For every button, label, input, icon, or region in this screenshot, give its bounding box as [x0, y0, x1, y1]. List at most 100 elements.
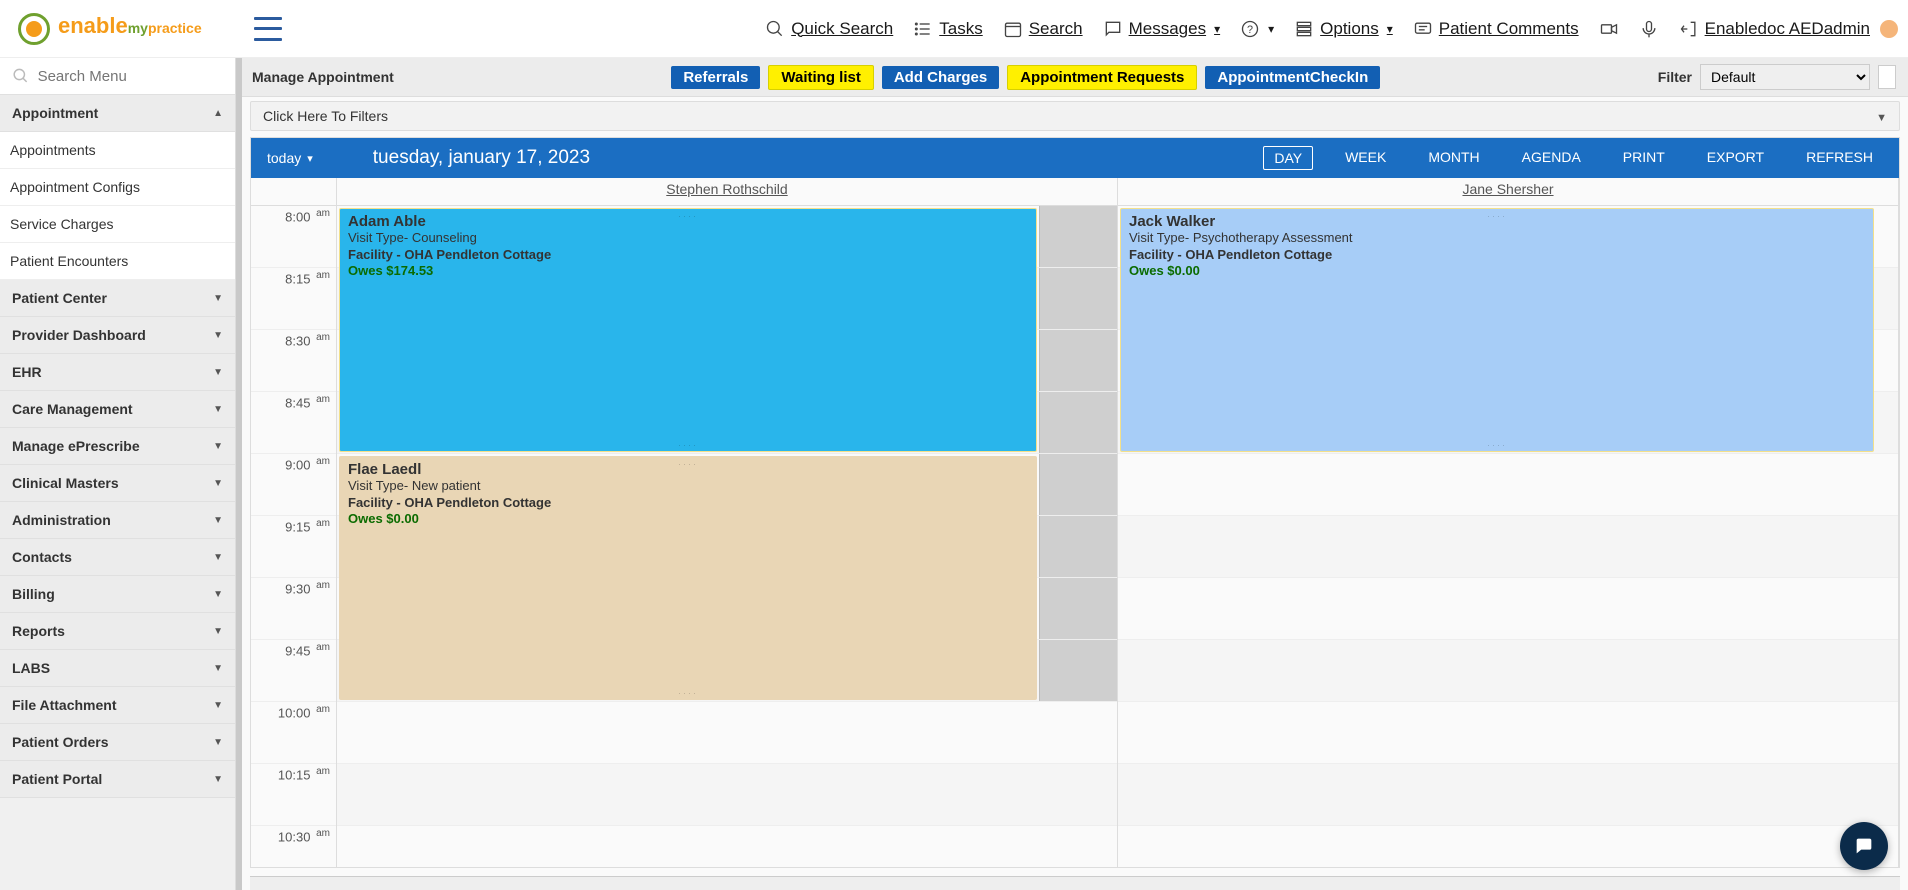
sidebar-group-label: Provider Dashboard	[12, 327, 146, 343]
sidebar-group-administration[interactable]: Administration▼	[0, 502, 235, 539]
sidebar-group-clinical-masters[interactable]: Clinical Masters▼	[0, 465, 235, 502]
sidebar-item-patient-encounters[interactable]: Patient Encounters	[0, 243, 235, 280]
messages-link[interactable]: Messages	[1103, 19, 1221, 39]
add-charges-button[interactable]: Add Charges	[882, 66, 999, 89]
chat-fab[interactable]	[1840, 822, 1888, 870]
logo-word-enable: enable	[58, 13, 128, 39]
chevron-down-icon: ▼	[213, 293, 223, 304]
sidebar-group-appointment[interactable]: Appointment ▲	[0, 95, 235, 132]
resource-col-1[interactable]: Stephen Rothschild	[337, 178, 1118, 205]
view-day[interactable]: DAY	[1263, 146, 1313, 170]
appt-visit-type: Visit Type- Psychotherapy Assessment	[1129, 230, 1865, 245]
sidebar-group-reports[interactable]: Reports▼	[0, 613, 235, 650]
sidebar-group-ehr[interactable]: EHR▼	[0, 354, 235, 391]
appt-visit-type: Visit Type- Counseling	[348, 230, 1028, 245]
options-link[interactable]: Options	[1294, 19, 1393, 39]
logo: enable my practice	[18, 13, 202, 45]
checkin-button[interactable]: AppointmentCheckIn	[1205, 66, 1380, 89]
appt-owes: Owes $174.53	[348, 263, 1028, 278]
appt-facility: Facility - OHA Pendleton Cottage	[348, 495, 1028, 510]
sidebar-group-billing[interactable]: Billing▼	[0, 576, 235, 613]
scrollbar[interactable]	[236, 58, 242, 890]
appointment-card[interactable]: ···· Jack Walker Visit Type- Psychothera…	[1120, 208, 1874, 452]
video-icon[interactable]	[1599, 19, 1619, 39]
filter: Filter Default	[1658, 64, 1896, 90]
filters-toggle-label: Click Here To Filters	[263, 108, 388, 124]
resource-col-2[interactable]: Jane Shersher	[1118, 178, 1899, 205]
time-slot: 10:30 am	[251, 826, 336, 867]
chevron-down-icon: ▼	[213, 663, 223, 674]
help-link[interactable]: ?	[1240, 19, 1274, 39]
filter-more-button[interactable]	[1878, 65, 1896, 89]
appt-facility: Facility - OHA Pendleton Cottage	[1129, 247, 1865, 262]
calendar-search-icon	[1003, 19, 1023, 39]
gutter	[251, 178, 337, 205]
chevron-down-icon: ▼	[213, 700, 223, 711]
resource-name[interactable]: Jane Shersher	[1462, 181, 1553, 197]
drag-handle-icon[interactable]: ····	[1487, 211, 1507, 221]
appointment-card[interactable]: ···· Adam Able Visit Type- Counseling Fa…	[339, 208, 1037, 452]
waiting-list-button[interactable]: Waiting list	[768, 65, 873, 90]
drag-handle-icon[interactable]: ····	[678, 459, 698, 469]
sidebar-group-provider-dashboard[interactable]: Provider Dashboard▼	[0, 317, 235, 354]
quick-search-link[interactable]: Quick Search	[765, 19, 893, 39]
sidebar-group-patient-orders[interactable]: Patient Orders▼	[0, 724, 235, 761]
calendar-col-2[interactable]: ···· Jack Walker Visit Type- Psychothera…	[1118, 206, 1899, 867]
view-refresh[interactable]: REFRESH	[1796, 146, 1883, 170]
sidebar: Appointment ▲ Appointments Appointment C…	[0, 58, 236, 890]
horizontal-scrollbar[interactable]	[250, 876, 1900, 890]
resource-name[interactable]: Stephen Rothschild	[666, 181, 787, 197]
today-button[interactable]: today	[267, 150, 313, 166]
drag-handle-icon[interactable]: ····	[1487, 440, 1507, 450]
filter-select[interactable]: Default	[1700, 64, 1870, 90]
chevron-down-icon: ▼	[213, 515, 223, 526]
sidebar-group-label: Patient Portal	[12, 771, 102, 787]
drag-handle-icon[interactable]: ····	[678, 688, 698, 698]
sidebar-group-label: Clinical Masters	[12, 475, 119, 491]
tasks-label: Tasks	[939, 19, 982, 39]
quick-search-label: Quick Search	[791, 19, 893, 39]
list-icon	[913, 19, 933, 39]
appointment-requests-button[interactable]: Appointment Requests	[1007, 65, 1197, 90]
sidebar-item-appointments[interactable]: Appointments	[0, 132, 235, 169]
sidebar-item-appointment-configs[interactable]: Appointment Configs	[0, 169, 235, 206]
sidebar-group-label: LABS	[12, 660, 50, 676]
appt-facility: Facility - OHA Pendleton Cottage	[348, 247, 1028, 262]
search-menu[interactable]	[0, 58, 235, 95]
microphone-icon[interactable]	[1639, 19, 1659, 39]
sidebar-group-patient-portal[interactable]: Patient Portal▼	[0, 761, 235, 798]
view-export[interactable]: EXPORT	[1697, 146, 1774, 170]
top-navigation: Quick Search Tasks Search Messages ? Opt…	[765, 19, 1898, 39]
search-menu-input[interactable]	[38, 68, 223, 85]
chevron-down-icon: ▼	[213, 737, 223, 748]
time-slot: 8:00 am	[251, 206, 336, 268]
chevron-up-icon: ▲	[213, 108, 223, 119]
referrals-button[interactable]: Referrals	[671, 66, 760, 89]
sidebar-group-care-management[interactable]: Care Management▼	[0, 391, 235, 428]
sidebar-group-contacts[interactable]: Contacts▼	[0, 539, 235, 576]
search-icon	[765, 19, 785, 39]
view-month[interactable]: MONTH	[1418, 146, 1489, 170]
sidebar-group-label: Manage ePrescribe	[12, 438, 140, 454]
view-week[interactable]: WEEK	[1335, 146, 1396, 170]
patient-comments-link[interactable]: Patient Comments	[1413, 19, 1579, 39]
sidebar-item-service-charges[interactable]: Service Charges	[0, 206, 235, 243]
sidebar-group-eprescribe[interactable]: Manage ePrescribe▼	[0, 428, 235, 465]
calendar-grid[interactable]: 8:00 am 8:15 am 8:30 am 8:45 am 9:00 am …	[251, 206, 1899, 867]
chevron-down-icon	[1876, 108, 1887, 124]
appointment-card[interactable]: ···· Flae Laedl Visit Type- New patient …	[339, 456, 1037, 700]
filters-toggle[interactable]: Click Here To Filters	[250, 101, 1900, 131]
drag-handle-icon[interactable]: ····	[678, 440, 698, 450]
sidebar-group-file-attachment[interactable]: File Attachment▼	[0, 687, 235, 724]
tasks-link[interactable]: Tasks	[913, 19, 982, 39]
sidebar-group-labs[interactable]: LABS ▼	[0, 650, 235, 687]
view-agenda[interactable]: AGENDA	[1512, 146, 1591, 170]
time-slot: 9:45 am	[251, 640, 336, 702]
calendar-col-1[interactable]: ···· Adam Able Visit Type- Counseling Fa…	[337, 206, 1118, 867]
drag-handle-icon[interactable]: ····	[678, 211, 698, 221]
user-link[interactable]: Enabledoc AEDadmin	[1679, 19, 1898, 39]
search-link[interactable]: Search	[1003, 19, 1083, 39]
sidebar-group-patient-center[interactable]: Patient Center▼	[0, 280, 235, 317]
view-print[interactable]: PRINT	[1613, 146, 1675, 170]
menu-toggle-icon[interactable]	[254, 17, 282, 41]
